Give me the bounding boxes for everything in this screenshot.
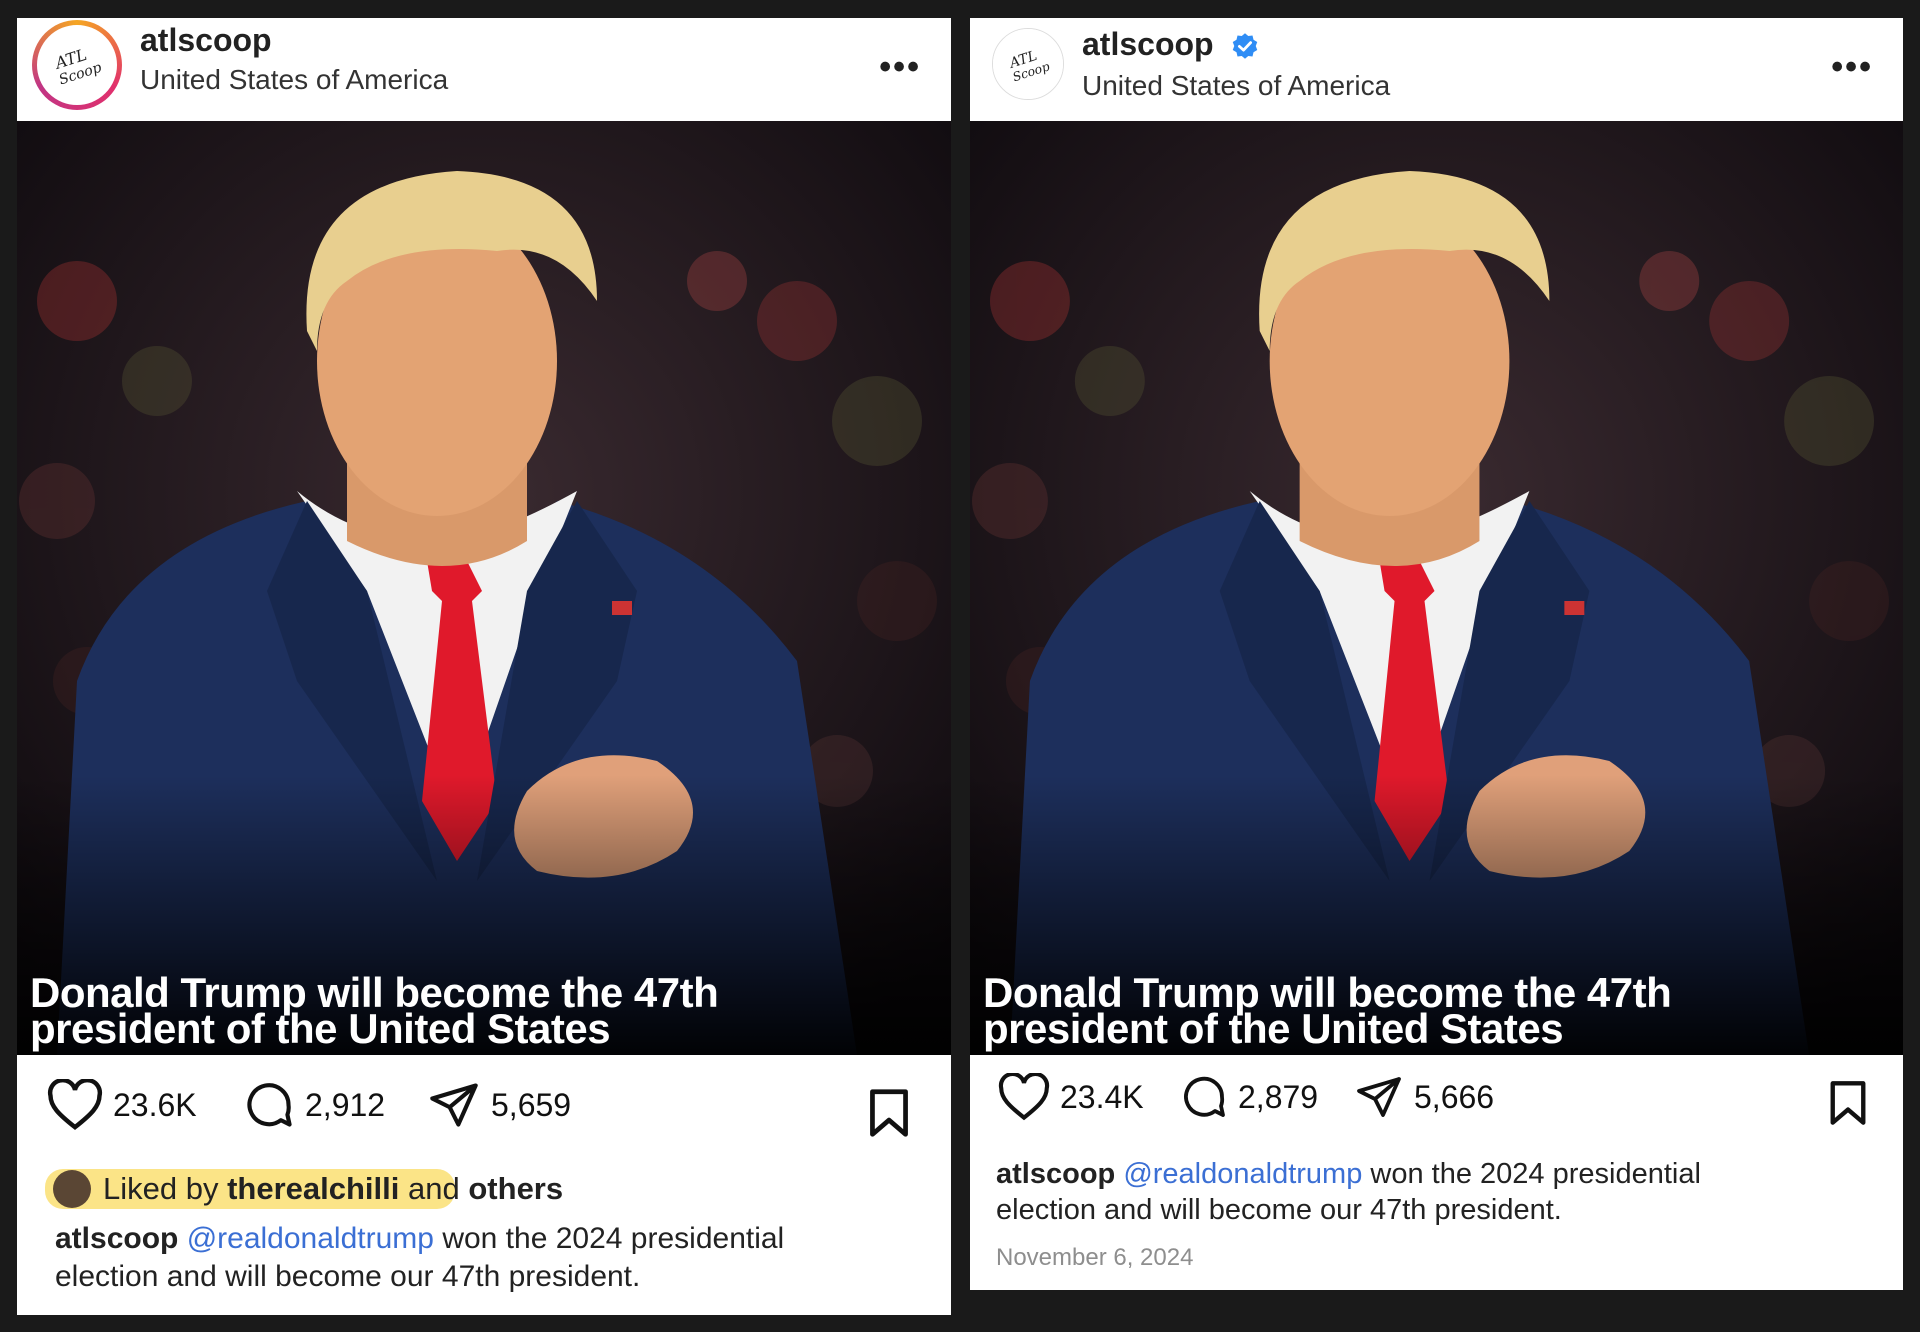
liked-user[interactable]: therealchilli — [227, 1171, 399, 1207]
share-icon — [430, 1083, 478, 1127]
post-photo[interactable]: Donald Trump will become the 47th presid… — [17, 121, 951, 1055]
like-count: 23.4K — [1060, 1078, 1144, 1115]
overlay-line-2: president of the United States — [30, 1005, 611, 1052]
liked-others[interactable]: others — [468, 1171, 563, 1207]
comment-icon — [1184, 1076, 1225, 1117]
more-icon[interactable]: ••• — [879, 48, 921, 87]
share-action[interactable]: 5,659 — [427, 1079, 571, 1131]
caption-text-2: election and will become our 47th presid… — [55, 1260, 641, 1293]
location[interactable]: United States of America — [140, 64, 448, 96]
liked-and: and — [408, 1171, 460, 1206]
share-action[interactable]: 5,666 — [1354, 1073, 1494, 1121]
caption-username[interactable]: atlscoop — [55, 1222, 178, 1255]
caption-username[interactable]: atlscoop — [996, 1158, 1115, 1190]
post-date: November 6, 2024 — [996, 1244, 1194, 1271]
like-count: 23.6K — [113, 1086, 197, 1123]
post-card-right: ATL Scoop atlscoop United States of Ameri… — [970, 18, 1903, 1290]
comment-action[interactable]: 2,912 — [243, 1079, 385, 1131]
overlay-line-2: president of the United States — [983, 1005, 1564, 1052]
share-count: 5,666 — [1414, 1078, 1495, 1115]
liked-prefix: Liked by — [103, 1171, 219, 1206]
like-action[interactable]: 23.4K — [998, 1073, 1144, 1121]
caption-mention[interactable]: @realdonaldtrump — [1123, 1158, 1362, 1190]
more-icon[interactable]: ••• — [1831, 48, 1873, 87]
action-bar: 23.6K 2,912 5,659 — [17, 1055, 951, 1145]
share-icon — [1357, 1077, 1401, 1117]
liked-by-row[interactable]: Liked by therealchilli and others — [45, 1167, 563, 1211]
photo-overlay-text: Donald Trump will become the 47th presid… — [30, 972, 719, 1052]
atl-scoop-logo: ATL Scoop — [993, 29, 1063, 99]
post-caption: atlscoop @realdonaldtrump won the 2024 p… — [996, 1156, 1886, 1228]
profile-avatar[interactable]: ATL Scoop — [32, 20, 122, 110]
caption-text-2: election and will become our 47th presid… — [996, 1194, 1562, 1226]
username-row[interactable]: atlscoop — [1082, 26, 1260, 63]
caption-text-1: won the 2024 presidential — [1370, 1158, 1701, 1190]
liker-avatar — [53, 1170, 91, 1208]
comment-count: 2,912 — [305, 1086, 386, 1123]
bookmark-icon[interactable] — [865, 1087, 913, 1139]
caption-text-1: won the 2024 presidential — [442, 1222, 785, 1255]
comment-count: 2,879 — [1238, 1078, 1319, 1115]
username[interactable]: atlscoop — [1082, 26, 1214, 62]
photo-overlay-text: Donald Trump will become the 47th presid… — [983, 972, 1672, 1052]
profile-avatar[interactable]: ATL Scoop — [992, 28, 1064, 100]
post-card-left: ATL Scoop atlscoop United States of Ameri… — [17, 18, 951, 1315]
comment-icon — [247, 1083, 292, 1127]
username[interactable]: atlscoop — [140, 22, 272, 59]
post-caption: atlscoop @realdonaldtrump won the 2024 p… — [55, 1220, 935, 1296]
share-count: 5,659 — [491, 1086, 572, 1123]
like-action[interactable]: 23.6K — [47, 1079, 197, 1131]
post-header: ATL Scoop atlscoop United States of Ameri… — [17, 18, 951, 121]
post-photo[interactable]: Donald Trump will become the 47th presid… — [970, 121, 1903, 1055]
verified-icon — [1233, 32, 1258, 59]
caption-mention[interactable]: @realdonaldtrump — [187, 1222, 434, 1255]
post-header: ATL Scoop atlscoop United States of Ameri… — [970, 18, 1903, 121]
atl-scoop-logo: ATL Scoop — [37, 25, 117, 105]
heart-icon — [47, 1079, 103, 1130]
action-bar: 23.4K 2,879 5,666 — [970, 1055, 1903, 1145]
location[interactable]: United States of America — [1082, 70, 1390, 102]
bookmark-icon[interactable] — [1826, 1079, 1870, 1127]
comment-action[interactable]: 2,879 — [1180, 1073, 1318, 1121]
heart-icon — [998, 1073, 1050, 1121]
